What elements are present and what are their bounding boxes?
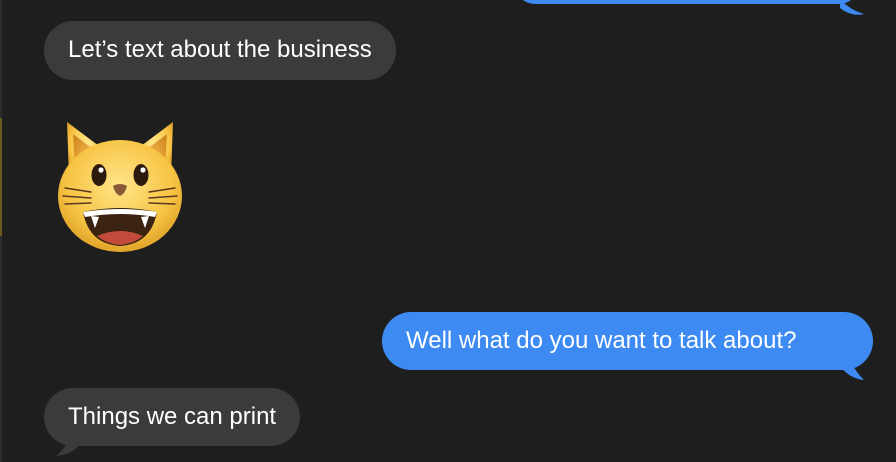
bubble-tail: [56, 430, 80, 456]
message-emoji[interactable]: [55, 118, 185, 254]
message-bubble-outgoing[interactable]: Well what do you want to talk about?: [382, 312, 873, 370]
message-text: Things we can print: [68, 403, 277, 430]
window-edge-accent: [0, 118, 2, 236]
bubble-tail: [842, 352, 864, 380]
grinning-cat-face-icon: [58, 122, 182, 252]
message-bubble-incoming[interactable]: Things we can print: [44, 388, 301, 446]
message-text: Well what do you want to talk about?: [406, 327, 797, 354]
bubble-tail: [840, 0, 864, 15]
message-bubble-incoming[interactable]: Let’s text about the business: [44, 21, 396, 80]
message-bubble-outgoing-partial[interactable]: [515, 0, 859, 4]
message-thread: Let’s text about the business Well what …: [0, 0, 896, 462]
message-text: Let’s text about the business: [68, 36, 372, 63]
